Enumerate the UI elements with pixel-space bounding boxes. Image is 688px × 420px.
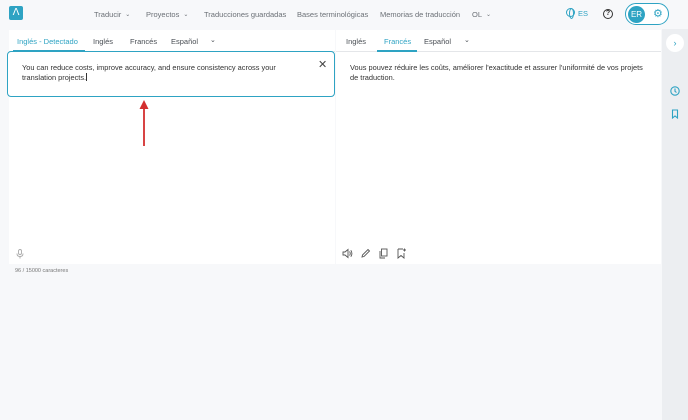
source-language-dropdown-icon[interactable]: ⌄ [210,36,216,44]
tab-target-english[interactable]: Inglés [346,37,366,46]
close-icon[interactable]: ✕ [318,58,327,71]
tab-detected-english[interactable]: Inglés - Detectado [17,37,78,46]
avatar[interactable]: ER [628,5,645,23]
nav-translate-label: Traducir [94,10,122,19]
tab-target-french[interactable]: Francés [384,37,411,46]
character-counter: 96 / 15000 caracteres [15,268,69,274]
nav-organization-menu[interactable]: OL ⌄ [472,10,491,19]
nav-saved-translations-label: Traducciones guardadas [204,10,287,19]
nav-translation-memories[interactable]: Memorias de traducción [380,10,460,19]
bookmark-add-icon[interactable] [396,248,407,259]
nav-projects-label: Proyectos [146,10,180,19]
microphone-icon[interactable] [16,249,24,259]
target-panel: Inglés Francés Español ⌄ Vous pouvez réd… [336,30,661,264]
chevron-right-icon[interactable]: › [666,34,684,52]
top-bar: Λ Traducir ⌄ Proyectos ⌄ Traducciones guar… [0,0,688,29]
source-panel: Inglés - Detectado Inglés Francés Españo… [7,30,335,264]
copy-icon[interactable] [378,248,389,259]
chevron-down-icon: ⌄ [183,12,189,18]
text-cursor [86,73,88,81]
chevron-down-icon: ⌄ [125,12,131,18]
source-text[interactable]: You can reduce costs, improve accuracy, … [22,63,302,83]
tab-source-english[interactable]: Inglés [93,37,113,46]
history-icon[interactable] [670,86,680,96]
source-language-tabs: Inglés - Detectado Inglés Francés Españo… [9,30,335,52]
right-sidebar: › [662,29,688,420]
target-language-tabs: Inglés Francés Español ⌄ [336,30,661,52]
nav-term-bases[interactable]: Bases terminológicas [297,10,368,19]
translated-text: Vous pouvez réduire les coûts, améliorer… [350,63,643,82]
nav-translate-menu[interactable]: Traducir ⌄ [94,10,130,19]
active-tab-indicator [377,50,417,52]
nav-saved-translations[interactable]: Traducciones guardadas [204,10,286,19]
speaker-icon[interactable] [342,248,353,259]
ui-language-label: ES [578,9,589,18]
nav-translation-memories-label: Memorias de traducción [380,10,461,19]
source-text-content: You can reduce costs, improve accuracy, … [22,63,276,82]
nav-organization-label: OL [472,10,483,19]
globe-icon [566,8,575,19]
nav-term-bases-label: Bases terminológicas [297,10,369,19]
annotation-arrow [139,100,149,146]
user-menu[interactable]: ER ⚙ [625,3,669,25]
target-language-dropdown-icon[interactable]: ⌄ [464,36,470,44]
ui-language-button[interactable]: ES [566,8,589,19]
source-text-input[interactable]: You can reduce costs, improve accuracy, … [7,51,335,97]
tab-target-spanish[interactable]: Español [424,37,451,46]
help-icon[interactable]: ? [603,9,613,19]
bookmark-icon[interactable] [670,109,680,119]
pencil-icon[interactable] [360,248,371,259]
chevron-down-icon: ⌄ [486,12,492,18]
nav-projects-menu[interactable]: Proyectos ⌄ [146,10,188,19]
gear-icon[interactable]: ⚙ [653,8,664,19]
tab-source-spanish[interactable]: Español [171,37,198,46]
tab-source-french[interactable]: Francés [130,37,157,46]
app-logo[interactable]: Λ [9,6,23,20]
